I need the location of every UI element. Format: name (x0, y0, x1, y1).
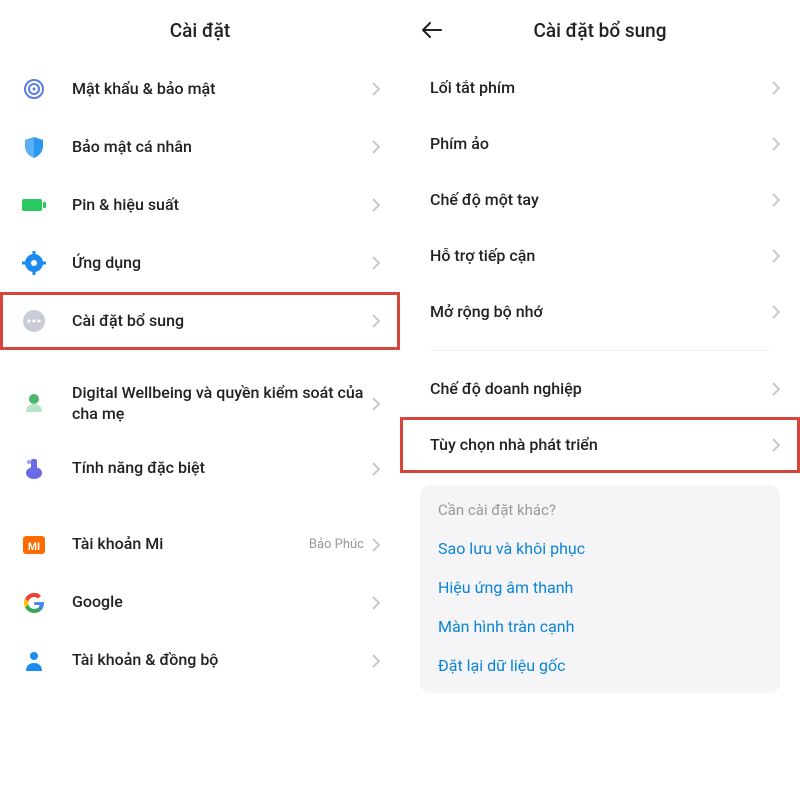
row-accounts-sync[interactable]: Tài khoản & đồng bộ (0, 632, 400, 690)
header: Cài đặt bổ sung (400, 0, 800, 60)
row-label: Tùy chọn nhà phát triển (430, 435, 772, 456)
row-label: Chế độ một tay (430, 190, 772, 211)
settings-screen: Cài đặt Mật khẩu & bảo mật Bảo mật cá nh… (0, 0, 400, 800)
row-label: Tài khoản & đồng bộ (72, 650, 372, 671)
row-sub: Bảo Phúc (309, 537, 364, 552)
chevron-right-icon (772, 438, 780, 452)
chevron-right-icon (372, 462, 380, 476)
row-label: Bảo mật cá nhân (72, 137, 372, 158)
shield-icon (20, 133, 48, 161)
row-one-handed-mode[interactable]: Chế độ một tay (400, 172, 800, 228)
chevron-right-icon (772, 305, 780, 319)
link-edge-screen[interactable]: Màn hình tràn cạnh (438, 607, 762, 646)
row-accessibility[interactable]: Hỗ trợ tiếp cận (400, 228, 800, 284)
svg-text:MI: MI (28, 541, 40, 553)
settings-list: Mật khẩu & bảo mật Bảo mật cá nhân Pin &… (0, 60, 400, 690)
row-developer-options[interactable]: Tùy chọn nhà phát triển (400, 417, 800, 473)
chevron-right-icon (772, 382, 780, 396)
link-factory-reset[interactable]: Đặt lại dữ liệu gốc (438, 646, 762, 685)
fingerprint-icon (20, 75, 48, 103)
divider (430, 350, 770, 351)
wellbeing-icon (20, 390, 48, 418)
chevron-right-icon (372, 198, 380, 212)
row-apps[interactable]: Ứng dụng (0, 234, 400, 292)
page-title: Cài đặt bổ sung (533, 19, 666, 42)
row-label: Pin & hiệu suất (72, 195, 372, 216)
row-label: Mở rộng bộ nhớ (430, 302, 772, 323)
link-backup-restore[interactable]: Sao lưu và khôi phục (438, 529, 762, 568)
link-sound-effects[interactable]: Hiệu ứng âm thanh (438, 568, 762, 607)
flask-icon (20, 455, 48, 483)
more-settings-question: Cần cài đặt khác? (438, 501, 762, 519)
row-password-security[interactable]: Mật khẩu & bảo mật (0, 60, 400, 118)
row-memory-extension[interactable]: Mở rộng bộ nhớ (400, 284, 800, 340)
row-label: Digital Wellbeing và quyền kiểm soát của… (72, 383, 372, 425)
row-label: Ứng dụng (72, 253, 372, 274)
row-label: Cài đặt bổ sung (72, 311, 372, 332)
arrow-left-icon (422, 22, 442, 38)
row-special-features[interactable]: Tính năng đặc biệt (0, 440, 400, 498)
row-label: Google (72, 592, 372, 613)
row-label: Mật khẩu & bảo mật (72, 79, 372, 100)
page-title: Cài đặt (170, 19, 230, 42)
row-battery[interactable]: Pin & hiệu suất (0, 176, 400, 234)
chevron-right-icon (772, 137, 780, 151)
row-label: Phím ảo (430, 134, 772, 155)
row-digital-wellbeing[interactable]: Digital Wellbeing và quyền kiểm soát của… (0, 368, 400, 440)
row-label: Chế độ doanh nghiệp (430, 379, 772, 400)
chevron-right-icon (772, 249, 780, 263)
additional-settings-screen: Cài đặt bổ sung Lối tắt phím Phím ảo Chế… (400, 0, 800, 800)
mi-logo-icon: MI (20, 531, 48, 559)
chevron-right-icon (372, 397, 380, 411)
dots-circle-icon (20, 307, 48, 335)
row-enterprise-mode[interactable]: Chế độ doanh nghiệp (400, 361, 800, 417)
chevron-right-icon (372, 256, 380, 270)
battery-icon (20, 191, 48, 219)
chevron-right-icon (772, 193, 780, 207)
row-label: Lối tắt phím (430, 78, 772, 99)
more-settings-box: Cần cài đặt khác? Sao lưu và khôi phục H… (420, 485, 780, 693)
google-icon (20, 589, 48, 617)
chevron-right-icon (372, 82, 380, 96)
chevron-right-icon (372, 596, 380, 610)
chevron-right-icon (372, 314, 380, 328)
row-mi-account[interactable]: MI Tài khoản Mi Bảo Phúc (0, 516, 400, 574)
row-privacy[interactable]: Bảo mật cá nhân (0, 118, 400, 176)
row-label: Tài khoản Mi (72, 534, 309, 555)
chevron-right-icon (372, 538, 380, 552)
chevron-right-icon (772, 81, 780, 95)
row-google[interactable]: Google (0, 574, 400, 632)
gear-icon (20, 249, 48, 277)
row-key-shortcuts[interactable]: Lối tắt phím (400, 60, 800, 116)
header: Cài đặt (0, 0, 400, 60)
row-label: Hỗ trợ tiếp cận (430, 246, 772, 267)
row-label: Tính năng đặc biệt (72, 458, 372, 479)
row-virtual-keys[interactable]: Phím ảo (400, 116, 800, 172)
chevron-right-icon (372, 654, 380, 668)
row-additional-settings[interactable]: Cài đặt bổ sung (0, 292, 400, 350)
additional-settings-list: Lối tắt phím Phím ảo Chế độ một tay Hỗ t… (400, 60, 800, 693)
chevron-right-icon (372, 140, 380, 154)
user-sync-icon (20, 647, 48, 675)
back-button[interactable] (418, 16, 446, 44)
